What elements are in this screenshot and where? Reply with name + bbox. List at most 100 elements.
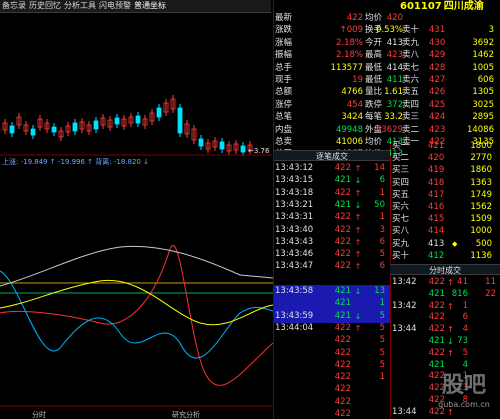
- buy-row: 买七 415 1509: [390, 213, 500, 226]
- sell-volume: 14086: [466, 124, 494, 135]
- quote-label: 最高: [365, 50, 383, 61]
- tick-time: 13:43:15: [275, 175, 314, 186]
- sell-volume: 3: [488, 25, 494, 36]
- quote-label: 总笔: [275, 112, 293, 123]
- buy-level-label: 买九: [392, 238, 410, 249]
- tick-volume: 3: [379, 224, 385, 235]
- quote-value: 1.61: [384, 87, 403, 98]
- sell-price: 426: [429, 87, 446, 98]
- tick-row[interactable]: 13:43:31 422 ↑ 1: [274, 211, 390, 224]
- sell-level-label: 卖九: [402, 37, 420, 48]
- indicator-line-white: [0, 245, 273, 287]
- tick-row[interactable]: 13:43:18 422 ↑ 1: [274, 187, 390, 200]
- buy-volume: 1800: [470, 141, 492, 151]
- tick-row[interactable]: 13:43:12 422 ↑ 14: [274, 162, 390, 175]
- toolbar-button[interactable]: 闪电预警: [99, 0, 131, 12]
- tick-price: 422: [334, 236, 351, 247]
- tick-row[interactable]: 422: [274, 396, 390, 409]
- tick-price: 422: [334, 261, 351, 272]
- buy-price: 419: [428, 165, 445, 176]
- tick-direction-icon: ↑: [354, 323, 362, 333]
- tick-volume: 14: [374, 163, 385, 173]
- toolbar-button[interactable]: 历史回忆: [29, 0, 61, 12]
- quote-value: 420: [386, 13, 403, 23]
- tick-row[interactable]: 13:43:46 422 ↑ 5: [274, 248, 390, 261]
- tick-price: 422: [334, 187, 351, 198]
- tick-row[interactable]: [274, 273, 390, 286]
- indicator-line-yellow: [0, 279, 273, 326]
- buy-level-label: 买七: [392, 214, 410, 225]
- tick-volume: 6: [379, 236, 385, 247]
- quote-label: 均价: [365, 13, 383, 23]
- tick-row[interactable]: 13:43:58 421 ↓ 13: [274, 285, 390, 298]
- quote-value: 422: [346, 13, 363, 23]
- tick-direction-icon: ↑: [354, 164, 362, 173]
- quote-value: 411: [386, 75, 403, 85]
- tick-row[interactable]: 13:43:15 421 ↓ 6: [274, 174, 390, 187]
- watermark: 股吧 guba.com.cn: [428, 372, 500, 419]
- quote-row: 现手 19 最低 411 卖六 427 606: [274, 74, 500, 86]
- tick-row[interactable]: 13:43:47 422 ↑ 6: [274, 260, 390, 273]
- sell-price: 428: [429, 62, 446, 73]
- tick-row[interactable]: 13:43:43 422 ↑ 6: [274, 236, 390, 249]
- minute-panel-title: 分时成交: [390, 264, 500, 275]
- tick-price: 422: [334, 249, 351, 260]
- tick-row[interactable]: 422 1: [274, 371, 390, 384]
- tick-time: 13:43:58: [275, 286, 314, 296]
- tick-row[interactable]: 422: [274, 408, 390, 419]
- quote-value: 414: [386, 62, 403, 73]
- buy-level-label: 买五: [392, 189, 410, 200]
- sell-level-label: 卖十: [402, 25, 420, 36]
- tick-price: 422: [334, 396, 351, 407]
- quote-row: 涨幅 2.18% 今开 413 卖九 430 3692: [274, 37, 500, 49]
- tick-row[interactable]: 422: [274, 383, 390, 396]
- tick-time: 13:43:31: [275, 212, 314, 223]
- tick-direction-icon: ↑: [354, 225, 362, 235]
- buy-level-label: 买一: [392, 141, 410, 151]
- quote-label: 现手: [275, 75, 293, 85]
- tick-row[interactable]: 422 5: [274, 334, 390, 347]
- tick-row[interactable]: 422 5: [274, 347, 390, 360]
- sell-volume: 1305: [472, 87, 494, 98]
- watermark-logo: 股吧: [441, 373, 486, 398]
- tick-volume: 1: [379, 298, 385, 309]
- quote-value: 454: [346, 99, 363, 110]
- buy-row: 买八 414 1000: [390, 225, 500, 238]
- quote-value: 372: [386, 99, 403, 110]
- tick-row[interactable]: 13:43:21 421 ↓ 50: [274, 199, 390, 212]
- kline-chart[interactable]: ←3.76 上涨: -19.849 ↑ -19.996 ↑ 背离: -18.82…: [0, 13, 273, 419]
- quote-value: 41006: [335, 137, 363, 147]
- quote-label: 最低: [365, 62, 383, 73]
- buy-price: 421: [428, 141, 445, 151]
- buy-volume: 1562: [470, 202, 492, 212]
- toolbar-button[interactable]: 备忘录: [2, 0, 26, 12]
- quote-row: 最新 422 均价 420: [274, 12, 500, 24]
- tick-price: 422: [334, 224, 351, 235]
- quote-label: 振幅: [275, 50, 293, 61]
- tick-row[interactable]: 422 5: [274, 359, 390, 372]
- tick-direction-icon: ↓: [354, 200, 362, 210]
- price-right-label: ←3.76: [248, 147, 270, 155]
- toolbar-button[interactable]: 分析工具: [64, 0, 96, 12]
- tick-price: 422: [334, 163, 351, 173]
- quote-row: 内盘 49948 外盘 63629 卖二 423 14086: [274, 124, 500, 136]
- tick-row[interactable]: 13:43:59 421 ↓ 5: [274, 309, 390, 323]
- sell-volume: 3692: [472, 37, 494, 48]
- quote-value: 4766: [341, 87, 363, 98]
- tick-time: 13:43:47: [275, 261, 314, 272]
- tick-direction-icon: ↑: [354, 188, 362, 198]
- toolbar-button[interactable]: 普通坐标: [134, 0, 166, 12]
- sell-volume: 1005: [472, 62, 494, 73]
- buy-row: 买三 419 1860: [390, 164, 500, 177]
- buy-volume: 1860: [470, 165, 492, 176]
- buy-level-label: 买四: [392, 177, 410, 188]
- tick-price: 422: [334, 409, 351, 419]
- tick-panel[interactable]: 逐笔成交 13:43:12 422 ↑ 14 13:43:15 421 ↓ 6 13:43:18…: [274, 150, 390, 419]
- tick-row[interactable]: 421 1: [274, 297, 390, 311]
- tick-row[interactable]: 13:44:04 422 ↑ 5: [274, 322, 390, 335]
- buy-row: 买九 413 ◆ 500: [390, 238, 500, 251]
- tick-row[interactable]: 13:43:40 422 ↑ 3: [274, 224, 390, 237]
- toolbar: 备忘录 历史回忆 分析工具 闪电预警 普通坐标: [0, 0, 271, 13]
- tick-price: 422: [334, 322, 351, 333]
- buy-row: 买一 421 1800: [390, 140, 500, 153]
